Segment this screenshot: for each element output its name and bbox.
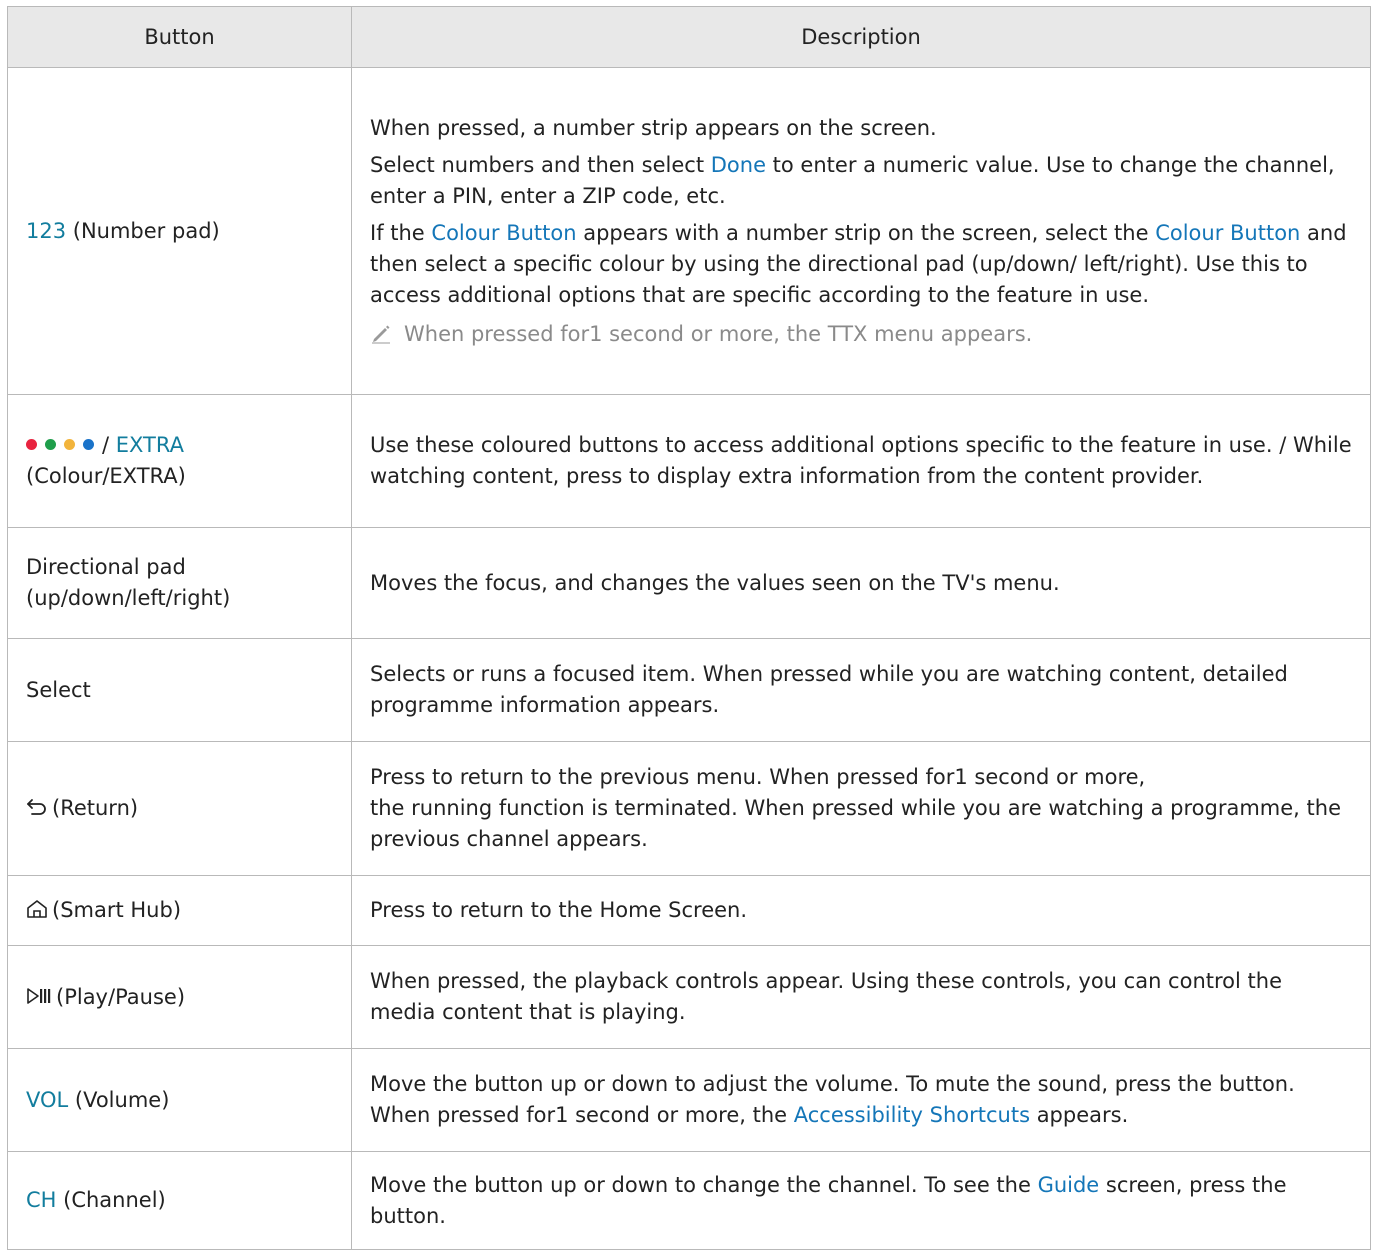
button-key: CH (26, 1188, 57, 1212)
button-label: (Number pad) (66, 218, 220, 243)
button-cell: 123 (Number pad) (7, 67, 352, 395)
table-row: (Play/Pause) When pressed, the playback … (7, 945, 1371, 1049)
menu-term: Guide (1037, 1172, 1100, 1197)
button-label: (up/down/left/right) (26, 586, 231, 610)
description-text: Press to return to the Home Screen. (370, 898, 748, 922)
table-header-row: Button Description (7, 6, 1371, 68)
description-cell: Press to return to the Home Screen. (351, 875, 1371, 946)
description-text: Press to return to the previous menu. Wh… (370, 765, 1341, 851)
note: When pressed for1 second or more, the TT… (370, 319, 1352, 350)
table-row: (Smart Hub) Press to return to the Home … (7, 875, 1371, 946)
play-pause-icon (27, 987, 51, 1004)
green-dot-icon (45, 438, 56, 450)
button-label: (Play/Pause) (56, 984, 186, 1009)
description-cell: Move the button up or down to change the… (351, 1151, 1371, 1250)
description-text: When pressed, a number strip appears on … (370, 115, 937, 140)
button-key: VOL (26, 1087, 69, 1112)
description-cell: Press to return to the previous menu. Wh… (351, 741, 1371, 876)
description-text: Move the button up or down to change the… (370, 1172, 1287, 1228)
remote-buttons-table: Button Description 123 (Number pad) When… (7, 6, 1371, 1250)
table-row: (Return) Press to return to the previous… (7, 741, 1371, 876)
button-label: Directional pad (26, 555, 186, 579)
description-text: Select numbers and then select Done to e… (370, 152, 1335, 208)
menu-term: Done (710, 152, 766, 177)
menu-term: Colour Button (1155, 220, 1301, 245)
table-row: CH (Channel) Move the button up or down … (7, 1151, 1371, 1250)
description-text: If the Colour Button appears with a numb… (370, 220, 1347, 307)
button-cell: CH (Channel) (7, 1151, 352, 1250)
description-text: Use these coloured buttons to access add… (370, 433, 1352, 488)
table-row: Directional pad (up/down/left/right) Mov… (7, 527, 1371, 639)
table-row: 123 (Number pad) When pressed, a number … (7, 67, 1371, 395)
button-cell: / EXTRA (Colour/EXTRA) (7, 394, 352, 528)
pencil-icon (372, 325, 390, 343)
description-cell: When pressed, the playback controls appe… (351, 945, 1371, 1049)
header-button: Button (7, 6, 352, 68)
description-text: When pressed, the playback controls appe… (370, 969, 1282, 1024)
description-cell: Move the button up or down to adjust the… (351, 1048, 1371, 1152)
table-row: Select Selects or runs a focused item. W… (7, 638, 1371, 742)
blue-dot-icon (83, 438, 94, 450)
button-key: 123 (26, 218, 67, 243)
menu-term: Accessibility Shortcuts (793, 1103, 1031, 1127)
description-cell: Use these coloured buttons to access add… (351, 394, 1371, 528)
description-cell: When pressed, a number strip appears on … (351, 67, 1371, 395)
button-label: (Return) (52, 796, 139, 820)
button-cell: VOL (Volume) (7, 1048, 352, 1152)
note-text: When pressed for1 second or more, the TT… (404, 321, 1033, 346)
description-text: Move the button up or down to adjust the… (370, 1072, 1295, 1127)
button-cell: (Smart Hub) (7, 875, 352, 946)
button-label: Select (26, 677, 91, 702)
table-row: VOL (Volume) Move the button up or down … (7, 1048, 1371, 1152)
button-cell: (Return) (7, 741, 352, 876)
table-row: / EXTRA (Colour/EXTRA) Use these coloure… (7, 394, 1371, 528)
button-key: EXTRA (115, 433, 184, 457)
description-text: Selects or runs a focused item. When pre… (370, 662, 1288, 717)
button-label: (Channel) (56, 1188, 166, 1212)
button-label: (Smart Hub) (52, 898, 182, 922)
menu-term: Colour Button (431, 220, 577, 245)
description-cell: Moves the focus, and changes the values … (351, 527, 1371, 639)
header-description: Description (351, 6, 1371, 68)
description-cell: Selects or runs a focused item. When pre… (351, 638, 1371, 742)
description-text: Moves the focus, and changes the values … (370, 570, 1060, 595)
home-icon (27, 900, 47, 918)
button-cell: (Play/Pause) (7, 945, 352, 1049)
button-cell: Select (7, 638, 352, 742)
button-label: (Volume) (68, 1087, 170, 1112)
yellow-dot-icon (64, 438, 75, 450)
button-label: (Colour/EXTRA) (26, 464, 186, 488)
separator: / (102, 433, 116, 457)
button-cell: Directional pad (up/down/left/right) (7, 527, 352, 639)
return-icon (27, 799, 46, 815)
red-dot-icon (26, 438, 37, 450)
